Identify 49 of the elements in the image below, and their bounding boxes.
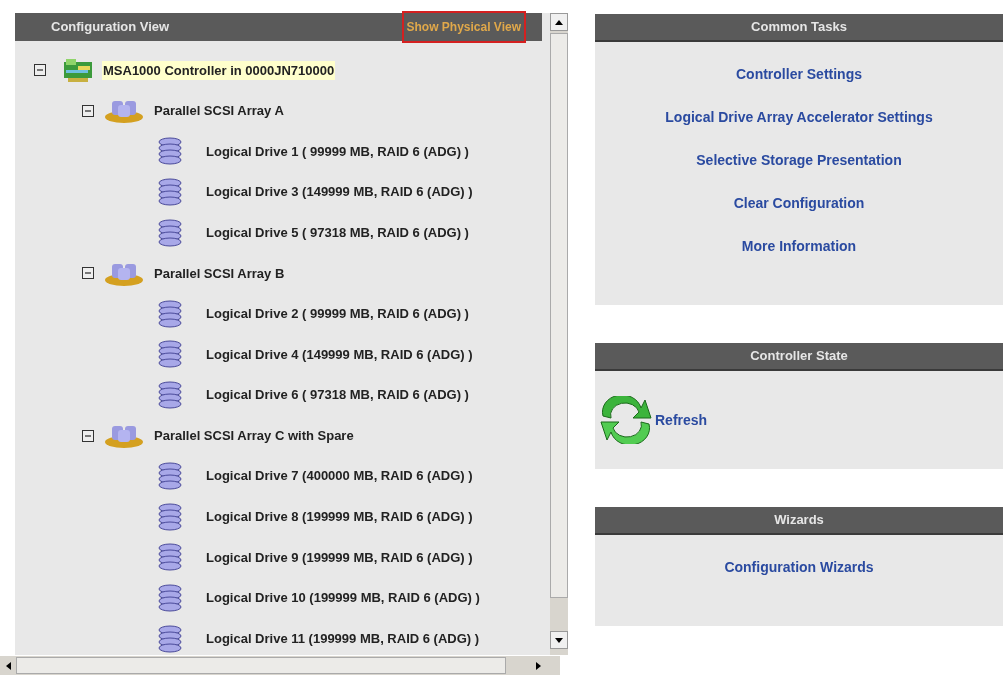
disk-stack-icon	[158, 218, 183, 247]
tree-node-label[interactable]: Logical Drive 8 (199999 MB, RAID 6 (ADG) )	[205, 507, 474, 527]
task-link[interactable]: Selective Storage Presentation	[696, 150, 902, 171]
up-arrow-icon	[555, 19, 563, 25]
right-arrow-icon	[535, 661, 541, 670]
disk-stack-icon	[158, 624, 183, 653]
task-link[interactable]: Clear Configuration	[733, 193, 865, 214]
disk-stack-icon	[158, 543, 183, 572]
task-link[interactable]: Logical Drive Array Accelerator Settings	[665, 107, 933, 128]
down-arrow-icon	[555, 637, 563, 643]
refresh-icon	[597, 396, 655, 444]
horizontal-scrollbar[interactable]	[0, 656, 560, 675]
tree-node-label[interactable]: Logical Drive 1 ( 99999 MB, RAID 6 (ADG) )	[205, 141, 470, 162]
disk-stack-icon	[158, 137, 183, 166]
tree-node-label[interactable]: Parallel SCSI Array A	[153, 101, 285, 121]
disk-stack-icon	[158, 178, 183, 207]
circuit-board-icon	[62, 56, 94, 85]
disk-stack-icon	[158, 462, 183, 491]
disk-stack-icon	[158, 381, 183, 410]
tree-node-label[interactable]: Logical Drive 11 (199999 MB, RAID 6 (ADG) )	[205, 628, 481, 649]
panel-title: Common Tasks	[751, 18, 847, 37]
disk-stack-icon	[158, 340, 183, 369]
tree-node-label[interactable]: Logical Drive 6 ( 97318 MB, RAID 6 (ADG) )	[205, 385, 470, 405]
task-link[interactable]: Controller Settings	[736, 64, 862, 85]
tree-node-label[interactable]: Logical Drive 5 ( 97318 MB, RAID 6 (ADG) )	[205, 222, 470, 243]
task-link[interactable]: More Information	[741, 236, 857, 257]
collapse-toggle[interactable]	[82, 267, 94, 280]
panel-title: Configuration View	[51, 18, 170, 37]
disk-stack-icon	[158, 584, 183, 612]
refresh-link[interactable]: Refresh	[655, 409, 708, 431]
tree-node-label[interactable]: Logical Drive 10 (199999 MB, RAID 6 (ADG) )	[205, 588, 481, 608]
disk-stack-icon	[158, 299, 183, 328]
tree-node-label[interactable]: Logical Drive 3 (149999 MB, RAID 6 (ADG) )	[205, 182, 474, 202]
tree-node-label[interactable]: Parallel SCSI Array B	[153, 263, 286, 283]
scroll-up-button[interactable]	[550, 13, 568, 31]
tree-node-label[interactable]: Parallel SCSI Array C with Spare	[153, 425, 355, 446]
tree-node-label[interactable]: Logical Drive 9 (199999 MB, RAID 6 (ADG) )	[205, 547, 474, 568]
left-arrow-icon	[5, 661, 11, 670]
collapse-toggle[interactable]	[34, 64, 46, 77]
scroll-thumb[interactable]	[16, 657, 506, 674]
panel-title: Wizards	[774, 511, 824, 530]
disk-stack-icon	[158, 502, 183, 531]
tree-node-label[interactable]: Logical Drive 7 (400000 MB, RAID 6 (ADG) )	[205, 466, 474, 486]
task-link[interactable]: Configuration Wizards	[724, 557, 874, 578]
scroll-down-button[interactable]	[550, 631, 568, 649]
tree-node-label[interactable]: MSA1000 Controller in 0000JN710000	[102, 60, 336, 81]
tree-node-label[interactable]: Logical Drive 2 ( 99999 MB, RAID 6 (ADG) )	[205, 304, 470, 324]
tree-node-label[interactable]: Logical Drive 4 (149999 MB, RAID 6 (ADG) )	[205, 344, 474, 365]
panel-title: Controller State	[750, 347, 848, 366]
